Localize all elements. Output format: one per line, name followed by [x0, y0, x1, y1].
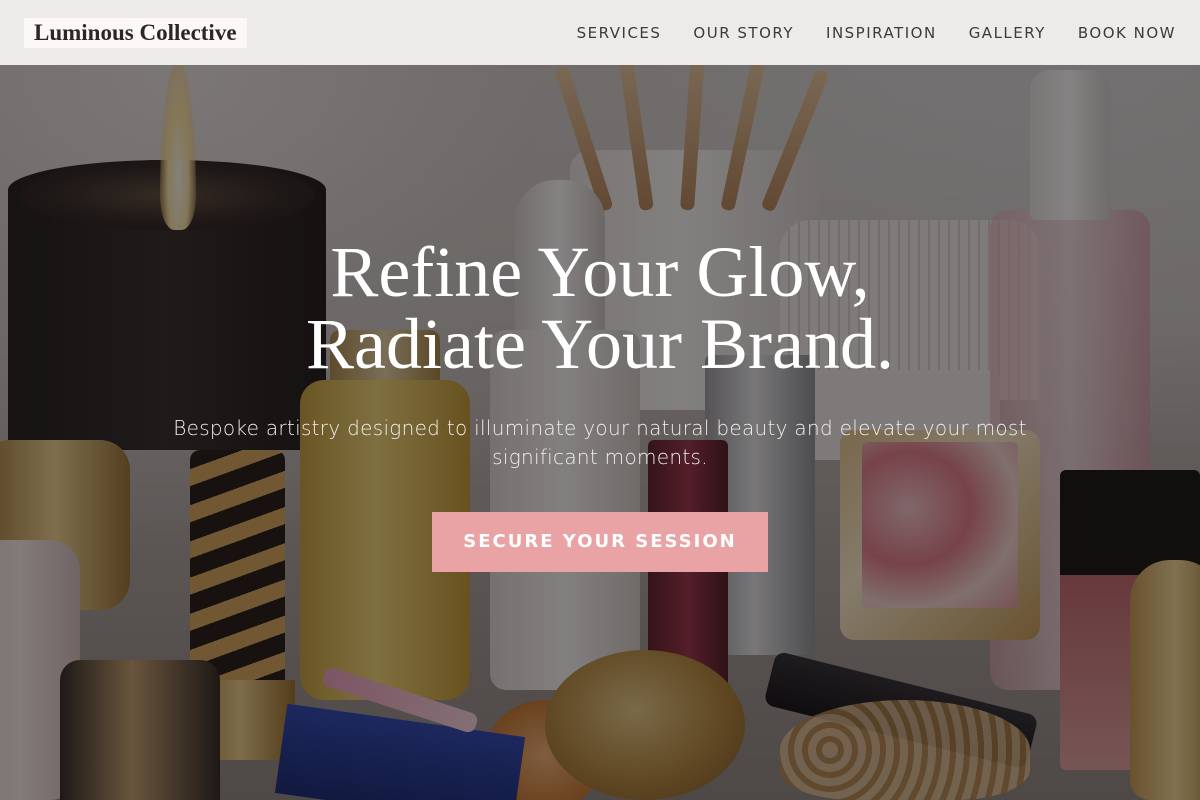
- nav-item-gallery[interactable]: GALLERY: [969, 24, 1046, 42]
- hero-content: Refine Your Glow, Radiate Your Brand. Be…: [0, 236, 1200, 572]
- site-header: Luminous Collective SERVICES OUR STORY I…: [0, 0, 1200, 65]
- nav-item-inspiration[interactable]: INSPIRATION: [826, 24, 937, 42]
- hero-headline-line2: Radiate Your Brand.: [306, 304, 894, 384]
- hero-subtext: Bespoke artistry designed to illuminate …: [173, 416, 1027, 469]
- main-nav: SERVICES OUR STORY INSPIRATION GALLERY B…: [545, 24, 1176, 42]
- site-logo[interactable]: Luminous Collective: [24, 17, 247, 48]
- hero-headline: Refine Your Glow, Radiate Your Brand.: [0, 236, 1200, 380]
- nav-item-services[interactable]: SERVICES: [577, 24, 662, 42]
- secure-session-button[interactable]: SECURE YOUR SESSION: [432, 512, 768, 572]
- nav-item-our-story[interactable]: OUR STORY: [693, 24, 794, 42]
- nav-item-book-now[interactable]: BOOK NOW: [1078, 24, 1176, 42]
- hero-headline-line1: Refine Your Glow,: [330, 232, 870, 312]
